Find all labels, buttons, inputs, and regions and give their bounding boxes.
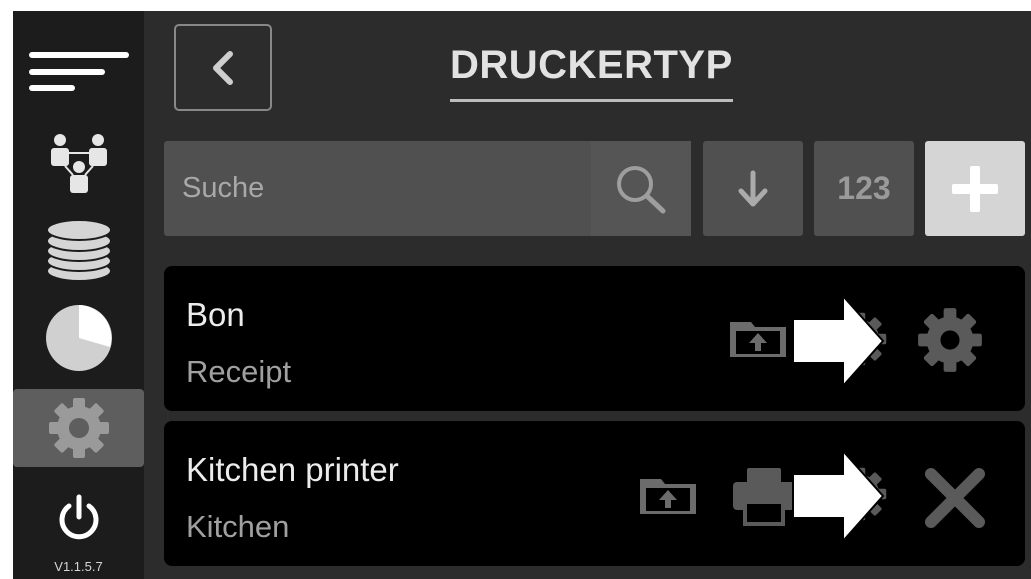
- search-field[interactable]: Suche: [164, 141, 691, 236]
- sidebar: V1.1.5.7: [13, 11, 144, 579]
- sidebar-item-staff[interactable]: [13, 129, 144, 199]
- gear-icon: [918, 308, 982, 372]
- power-button[interactable]: [13, 489, 144, 545]
- arrow-down-icon: [738, 170, 768, 206]
- pointer-arrow-icon: [792, 449, 885, 543]
- search-icon: [617, 165, 666, 213]
- item-type: Kitchen: [186, 509, 290, 544]
- search-input[interactable]: Suche: [182, 141, 264, 236]
- menu-button[interactable]: [13, 41, 144, 101]
- folder-upload-icon: [640, 479, 696, 514]
- power-icon: [59, 494, 98, 540]
- chevron-left-icon: [213, 50, 233, 85]
- version-label: V1.1.5.7: [54, 559, 103, 574]
- folder-upload-icon: [730, 322, 786, 357]
- print-button[interactable]: [729, 463, 799, 529]
- sidebar-item-settings[interactable]: [13, 389, 144, 467]
- upload-button[interactable]: [724, 314, 792, 364]
- app-screen: V1.1.5.7 DRUCKERTYP Suche 123 Bon Receip…: [13, 11, 1031, 579]
- item-name: Kitchen printer: [186, 451, 399, 488]
- sidebar-item-reports[interactable]: [13, 299, 144, 377]
- upload-button[interactable]: [634, 471, 702, 521]
- plus-icon: [952, 165, 998, 212]
- close-icon: [925, 468, 985, 528]
- item-name: Bon: [186, 296, 245, 333]
- list-item[interactable]: Kitchen printer Kitchen: [164, 421, 1025, 566]
- pie-chart-icon: [45, 305, 112, 371]
- sort-button[interactable]: [703, 141, 803, 236]
- page-title: DRUCKERTYP: [450, 41, 733, 102]
- item-type: Receipt: [186, 354, 292, 389]
- database-icon: [45, 219, 112, 282]
- add-button[interactable]: [925, 141, 1025, 236]
- gear-icon: [48, 398, 109, 458]
- printer-icon: [733, 468, 795, 526]
- numeric-keypad-button[interactable]: 123: [814, 141, 914, 236]
- delete-button[interactable]: [919, 463, 991, 533]
- main-content: DRUCKERTYP Suche 123 Bon Receipt Kitchen…: [144, 11, 1031, 579]
- menu-icon: [28, 52, 129, 91]
- config-button[interactable]: [914, 304, 986, 376]
- sidebar-item-database[interactable]: [13, 214, 144, 286]
- list-item[interactable]: Bon Receipt: [164, 266, 1025, 411]
- back-button[interactable]: [174, 24, 272, 111]
- pointer-arrow-icon: [792, 294, 885, 388]
- search-button[interactable]: [591, 141, 691, 236]
- users-network-icon: [50, 134, 107, 193]
